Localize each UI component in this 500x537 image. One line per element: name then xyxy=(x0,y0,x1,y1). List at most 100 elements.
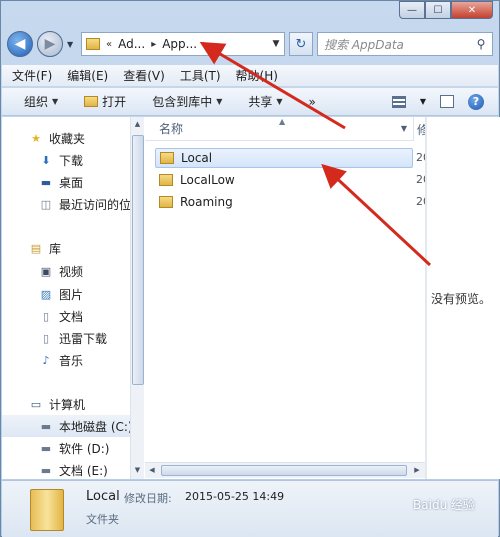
nav-item-computer[interactable]: ▭ 计算机 xyxy=(2,393,130,415)
view-options-dropdown[interactable]: ▼ xyxy=(420,97,426,106)
more-commands-button[interactable]: » xyxy=(309,95,316,109)
content-area: ★ 收藏夹 ⬇ 下载 ▬ 桌面 ◫ 最近访问的位 ▤ 库 ▣ 视频 ▨ 图片 ▯ 文档 ▯ 迅雷下载 ♪ 音乐 ▭ 计算机… xyxy=(2,117,500,479)
organize-label: 组织 xyxy=(24,95,49,109)
close-button[interactable]: ✕ xyxy=(451,1,493,19)
open-button[interactable]: 打开 xyxy=(84,93,126,110)
nav-item-star[interactable]: ★ 收藏夹 xyxy=(2,127,130,149)
chevron-down-icon[interactable]: ▼ xyxy=(401,124,407,133)
open-label: 打开 xyxy=(102,95,127,109)
scroll-up-icon[interactable]: ▲ xyxy=(131,117,144,131)
nav-item-label: 视频 xyxy=(59,264,84,279)
share-button[interactable]: 共享 ▼ xyxy=(248,93,282,110)
nav-item-pictures[interactable]: ▨ 图片 xyxy=(2,283,130,305)
nav-item-disk-d[interactable]: ▬ 软件 (D:) xyxy=(2,437,130,459)
file-name: Local xyxy=(181,151,213,165)
disk-e-icon: ▬ xyxy=(40,463,52,477)
chevron-down-icon: ▼ xyxy=(216,97,223,106)
nav-item-label: 图片 xyxy=(59,287,84,302)
menu-tools[interactable]: 工具(T) xyxy=(180,67,221,84)
navigation-pane: ★ 收藏夹 ⬇ 下载 ▬ 桌面 ◫ 最近访问的位 ▤ 库 ▣ 视频 ▨ 图片 ▯ 文档 ▯ 迅雷下载 ♪ 音乐 ▭ 计算机… xyxy=(2,117,130,479)
nav-item-label: 迅雷下载 xyxy=(59,331,108,346)
nav-item-label: 文档 (E:) xyxy=(59,463,108,478)
nav-item-music[interactable]: ♪ 音乐 xyxy=(2,349,130,371)
nav-item-label: 本地磁盘 (C:) xyxy=(59,419,130,434)
file-row-locallow[interactable]: LocalLow xyxy=(155,170,413,190)
nav-item-label: 音乐 xyxy=(59,353,84,368)
nav-item-documents[interactable]: ▯ 文档 xyxy=(2,305,130,327)
nav-item-library[interactable]: ▤ 库 xyxy=(2,237,130,259)
address-bar[interactable]: « Ad... ▸ App... ▸ ▼ xyxy=(81,32,285,56)
breadcrumb-admin[interactable]: Ad... xyxy=(118,37,145,51)
video-icon: ▣ xyxy=(40,264,52,278)
address-dropdown-icon[interactable]: ▼ xyxy=(268,39,284,49)
forward-button[interactable]: ▶ xyxy=(37,31,63,57)
nav-item-disk-e[interactable]: ▬ 文档 (E:) xyxy=(2,459,130,479)
minimize-button[interactable]: — xyxy=(399,1,425,19)
refresh-button[interactable]: ↻ xyxy=(289,32,313,56)
preview-pane: 没有预览。 xyxy=(427,117,500,479)
nav-item-label: 文档 xyxy=(59,309,84,324)
navigation-scrollbar[interactable]: ▲ ▼ xyxy=(130,117,144,479)
disk-d-icon: ▬ xyxy=(40,441,52,455)
breadcrumb-appdata[interactable]: App... xyxy=(162,37,197,51)
organize-button[interactable]: 组织 ▼ xyxy=(24,93,58,110)
folder-icon xyxy=(160,152,174,164)
scroll-left-icon[interactable]: ◀ xyxy=(145,463,159,478)
command-bar: 组织 ▼ 打开 包含到库中 ▼ 共享 ▼ » ▼ ? xyxy=(2,88,498,116)
search-icon[interactable]: ⚲ xyxy=(470,37,492,51)
nav-item-desktop[interactable]: ▬ 桌面 xyxy=(2,171,130,193)
back-button[interactable]: ◀ xyxy=(7,31,33,57)
column-name-label: 名称 xyxy=(159,122,184,136)
column-header-modified[interactable]: 修 xyxy=(413,117,429,141)
scroll-right-icon[interactable]: ▶ xyxy=(410,463,424,478)
menu-help[interactable]: 帮助(H) xyxy=(236,67,278,84)
menu-view[interactable]: 查看(V) xyxy=(123,67,165,84)
watermark: Baidu 经验 xyxy=(413,498,475,512)
menu-file[interactable]: 文件(F) xyxy=(12,67,52,84)
file-row-local[interactable]: Local xyxy=(155,148,413,168)
nav-item-label: 桌面 xyxy=(59,175,84,190)
library-icon: ▤ xyxy=(30,241,42,255)
column-header-name[interactable]: ▲ 名称 ▼ xyxy=(145,117,413,141)
search-input[interactable]: 搜索 AppData ⚲ xyxy=(317,32,493,56)
help-icon[interactable]: ? xyxy=(468,93,484,110)
change-view-icon[interactable] xyxy=(391,95,406,108)
file-list-horizontal-scrollbar[interactable]: ◀ ▶ xyxy=(145,462,425,478)
nav-item-label: 软件 (D:) xyxy=(59,441,110,456)
scroll-thumb[interactable] xyxy=(161,465,407,476)
include-in-library-label: 包含到库中 xyxy=(152,95,213,109)
details-modified-value: 2015-05-25 14:49 xyxy=(185,490,285,503)
details-item-name: Local xyxy=(86,489,120,504)
no-preview-text: 没有预览。 xyxy=(431,292,492,306)
star-icon: ★ xyxy=(31,131,41,145)
recent-pages-dropdown[interactable]: ▼ xyxy=(67,40,77,49)
nav-item-video[interactable]: ▣ 视频 xyxy=(2,260,130,282)
nav-item-label: 下载 xyxy=(59,153,84,168)
details-modified-label: 修改日期: xyxy=(124,492,172,505)
nav-item-downloads[interactable]: ⬇ 下载 xyxy=(2,149,130,171)
preview-pane-icon[interactable] xyxy=(440,95,454,108)
file-row-roaming[interactable]: Roaming xyxy=(155,192,413,212)
breadcrumb-separator[interactable]: ▸ xyxy=(151,39,156,50)
breadcrumb-overflow[interactable]: « xyxy=(106,39,112,50)
nav-item-disk-c[interactable]: ▬ 本地磁盘 (C:) xyxy=(2,415,130,437)
disk-c-icon: ▬ xyxy=(40,419,52,433)
folder-icon xyxy=(30,489,64,531)
include-in-library-button[interactable]: 包含到库中 ▼ xyxy=(152,93,222,110)
file-name: LocalLow xyxy=(180,173,235,187)
chevron-down-icon: ▼ xyxy=(276,97,283,106)
desktop-icon: ▬ xyxy=(40,175,52,189)
menu-edit[interactable]: 编辑(E) xyxy=(67,67,108,84)
breadcrumb-separator[interactable]: ▸ xyxy=(203,39,208,50)
explorer-window: — ☐ ✕ ◀ ▶ ▼ « Ad... ▸ App... ▸ ▼ ↻ 搜索 Ap… xyxy=(0,0,500,537)
search-placeholder: 搜索 AppData xyxy=(324,37,404,52)
scroll-thumb[interactable] xyxy=(132,135,144,385)
music-icon: ♪ xyxy=(42,353,50,367)
nav-item-thunder-download[interactable]: ▯ 迅雷下载 xyxy=(2,327,130,349)
chevron-down-icon: ▼ xyxy=(52,97,59,106)
nav-item-recent-places[interactable]: ◫ 最近访问的位 xyxy=(2,193,130,215)
folder-icon xyxy=(159,174,173,186)
recent-places-icon: ◫ xyxy=(40,197,52,211)
scroll-down-icon[interactable]: ▼ xyxy=(131,463,144,477)
maximize-button[interactable]: ☐ xyxy=(425,1,451,19)
